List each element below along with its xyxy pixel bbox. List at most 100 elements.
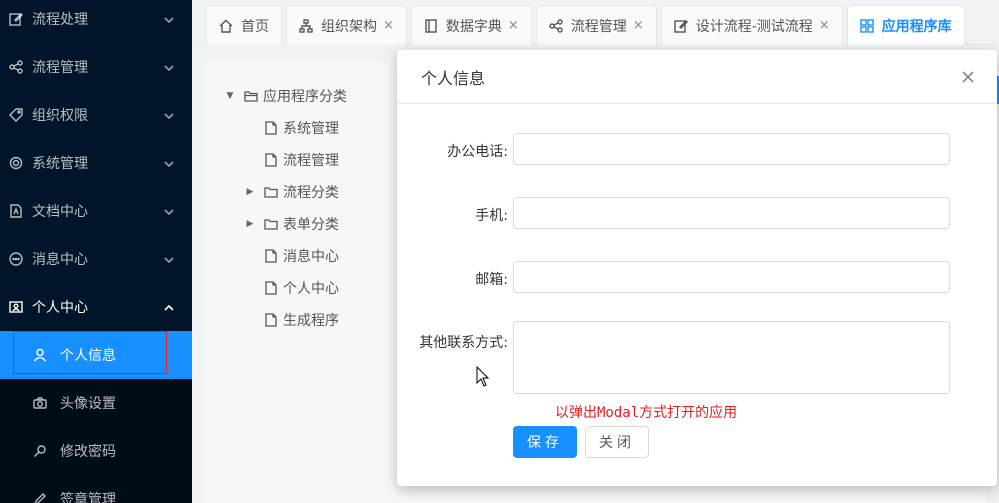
file-icon <box>264 281 278 295</box>
folder-open-icon <box>244 89 258 103</box>
tab-label: 组织架构 <box>321 18 377 35</box>
tab-org-structure[interactable]: 组织架构 × <box>286 5 407 45</box>
file-icon <box>264 153 278 167</box>
close-icon[interactable] <box>961 69 977 85</box>
tab-process-management[interactable]: 流程管理 × <box>535 5 657 45</box>
org-icon <box>299 18 313 33</box>
email-input[interactable] <box>513 261 950 293</box>
chevron-down-icon <box>164 109 174 125</box>
book-icon <box>424 18 438 33</box>
chevron-up-icon <box>164 301 174 317</box>
tree-node-label: 个人中心 <box>283 281 339 297</box>
close-icon[interactable]: × <box>383 18 394 33</box>
other-contact-textarea[interactable] <box>513 321 950 394</box>
edit-icon <box>8 11 24 27</box>
sidebar-subitem-label: 签章管理 <box>60 492 116 503</box>
chevron-down-icon <box>164 13 174 29</box>
sidebar-subitem-label: 头像设置 <box>60 396 116 412</box>
share-icon <box>549 18 563 33</box>
close-icon[interactable]: × <box>508 18 519 33</box>
close-button[interactable]: 关闭 <box>585 426 649 458</box>
pen-icon <box>32 491 48 503</box>
sidebar-item-process-management[interactable]: 流程管理 <box>0 43 192 91</box>
tree-node-label: 表单分类 <box>283 217 339 233</box>
camera-icon <box>32 395 48 411</box>
sidebar-item-label: 文档中心 <box>32 204 88 220</box>
sidebar-subitem-avatar-settings[interactable]: 头像设置 <box>0 379 192 427</box>
sidebar-subitem-change-password[interactable]: 修改密码 <box>0 427 192 475</box>
tab-label: 设计流程-测试流程 <box>695 18 813 35</box>
tree-node-label: 应用程序分类 <box>263 89 347 105</box>
sidebar-item-personal-center[interactable]: 个人中心 <box>0 283 192 331</box>
tab-app-library[interactable]: 应用程序库 <box>846 5 965 45</box>
tree-node-personal-center[interactable]: 个人中心 <box>224 272 347 304</box>
tab-label: 首页 <box>241 18 269 35</box>
close-icon[interactable]: × <box>819 18 830 33</box>
chevron-down-icon <box>164 205 174 221</box>
mobile-input[interactable] <box>513 197 950 229</box>
office-phone-label: 办公电话: <box>447 144 508 160</box>
mouse-cursor-icon <box>476 366 490 387</box>
tab-label: 数据字典 <box>445 18 502 35</box>
sidebar-item-organization-permissions[interactable]: 组织权限 <box>0 91 192 139</box>
sidebar: 流程处理 流程管理 组织权限 系统管理 文档中心 消息中心 个人中心 个人信息 … <box>0 0 192 503</box>
tree-node-message-center[interactable]: 消息中心 <box>224 240 347 272</box>
sidebar-item-label: 个人中心 <box>32 300 88 316</box>
tree-node-label: 流程管理 <box>283 153 339 169</box>
file-icon <box>264 249 278 263</box>
tab-bar: 首页 组织架构 × 数据字典 × 流程管理 × 设计流程-测试流程 × 应用程序… <box>206 5 969 45</box>
gear-icon <box>8 155 24 171</box>
tab-design-process[interactable]: 设计流程-测试流程 × <box>660 5 843 45</box>
modal-title: 个人信息 <box>421 68 486 88</box>
key-icon <box>32 443 48 459</box>
sidebar-item-label: 流程管理 <box>32 60 88 76</box>
save-button[interactable]: 保存 <box>513 426 577 458</box>
office-phone-input[interactable] <box>513 133 950 165</box>
sidebar-item-label: 消息中心 <box>32 252 88 268</box>
tree-node-label: 生成程序 <box>283 313 339 329</box>
annotation-note: 以弹出Modal方式打开的应用 <box>555 405 738 421</box>
sidebar-item-system-management[interactable]: 系统管理 <box>0 139 192 187</box>
caret-right-icon[interactable]: ▶ <box>244 187 256 197</box>
tree-node-root[interactable]: ▼ 应用程序分类 <box>224 80 347 112</box>
document-icon <box>8 203 24 219</box>
sidebar-item-label: 组织权限 <box>32 108 88 124</box>
contact-card-icon <box>8 299 24 315</box>
folder-icon <box>264 185 278 199</box>
tree-node-generate-program[interactable]: 生成程序 <box>224 304 347 336</box>
app-category-tree: ▼ 应用程序分类 系统管理 流程管理 ▶ 流程分类 ▶ 表单分类 消息中心 个人… <box>224 80 347 336</box>
tree-node-process-management[interactable]: 流程管理 <box>224 144 347 176</box>
sidebar-subitem-label: 个人信息 <box>60 348 116 364</box>
edit-icon <box>674 19 688 33</box>
sidebar-item-message-center[interactable]: 消息中心 <box>0 235 192 283</box>
mobile-label: 手机: <box>475 208 508 224</box>
caret-right-icon[interactable]: ▶ <box>244 219 256 229</box>
user-icon <box>32 347 48 363</box>
tree-node-label: 系统管理 <box>283 121 339 137</box>
sidebar-item-label: 流程处理 <box>32 12 88 28</box>
modal-header: 个人信息 <box>397 50 997 104</box>
tab-label: 流程管理 <box>570 18 627 35</box>
sidebar-subitem-signature-management[interactable]: 签章管理 <box>0 475 192 503</box>
sidebar-subitem-label: 修改密码 <box>60 444 116 460</box>
tab-label: 应用程序库 <box>881 18 952 35</box>
tab-data-dictionary[interactable]: 数据字典 × <box>410 5 532 45</box>
tab-home[interactable]: 首页 <box>206 5 282 45</box>
close-icon[interactable]: × <box>633 18 644 33</box>
caret-down-icon[interactable]: ▼ <box>224 91 236 101</box>
tag-icon <box>8 107 24 123</box>
sidebar-item-document-center[interactable]: 文档中心 <box>0 187 192 235</box>
file-icon <box>264 313 278 327</box>
sidebar-item-process-handling[interactable]: 流程处理 <box>0 0 192 43</box>
message-icon <box>8 251 24 267</box>
tree-node-form-category[interactable]: ▶ 表单分类 <box>224 208 347 240</box>
chevron-down-icon <box>164 157 174 173</box>
other-contact-label: 其他联系方式: <box>419 335 508 351</box>
tree-node-process-category[interactable]: ▶ 流程分类 <box>224 176 347 208</box>
tree-node-label: 消息中心 <box>283 249 339 265</box>
file-icon <box>264 121 278 135</box>
chevron-down-icon <box>164 253 174 269</box>
tree-node-system-management[interactable]: 系统管理 <box>224 112 347 144</box>
sidebar-subitem-personal-info[interactable]: 个人信息 <box>0 331 192 379</box>
email-label: 邮箱: <box>475 272 508 288</box>
